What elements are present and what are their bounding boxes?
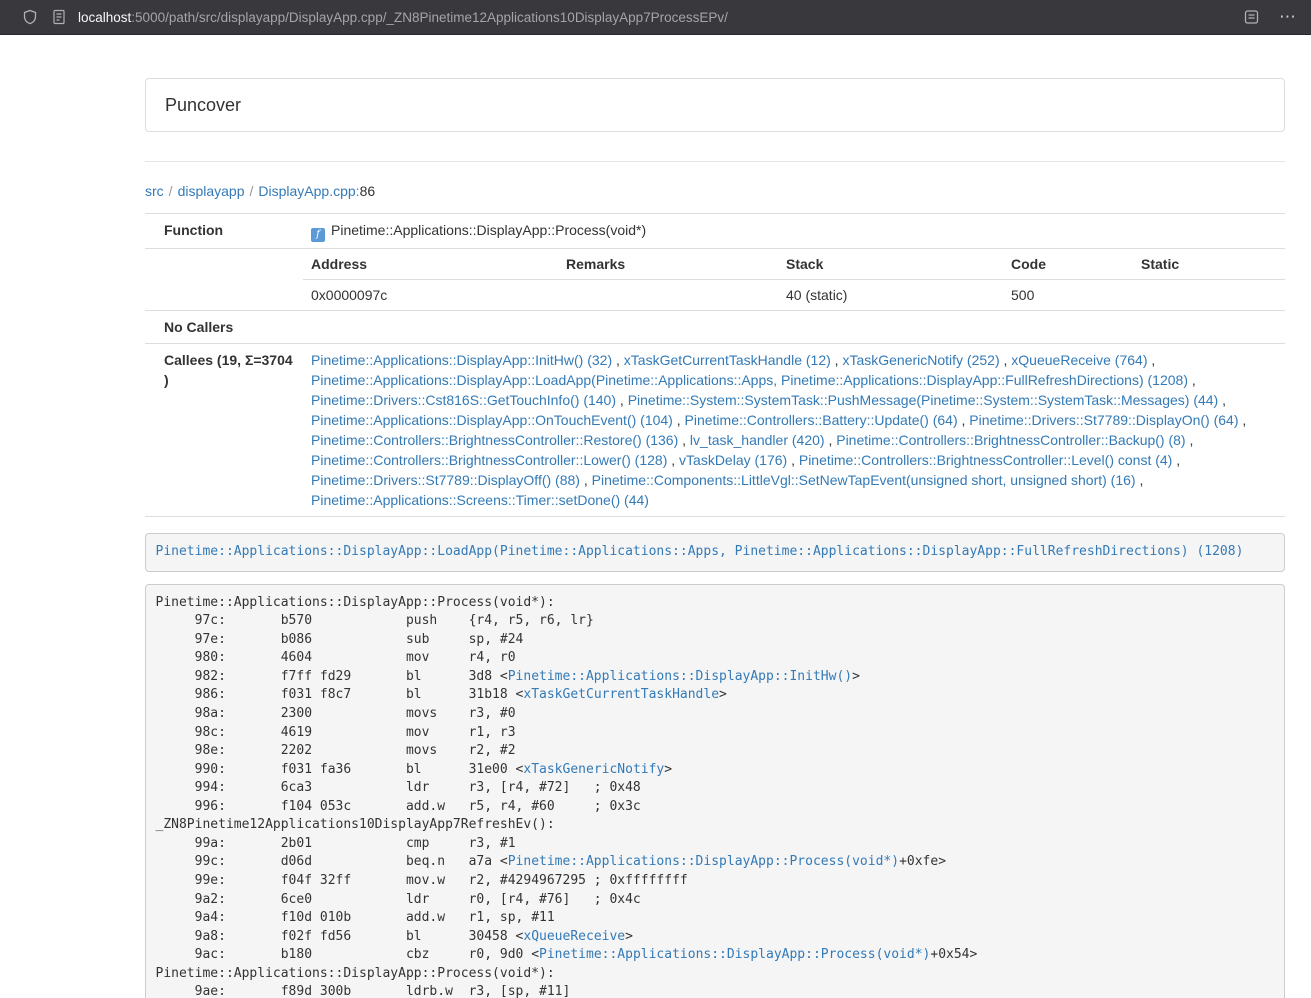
callee-link[interactable]: xTaskGenericNotify (252) bbox=[842, 352, 999, 368]
address-value: 0x0000097c bbox=[303, 280, 558, 311]
breadcrumb-line-number: 86 bbox=[360, 183, 376, 199]
callee-separator: , bbox=[1147, 352, 1155, 368]
stats-table: Address Remarks Stack Code Static 0x0000… bbox=[303, 249, 1285, 310]
static-value bbox=[1133, 280, 1285, 311]
function-table: Function fPinetime::Applications::Displa… bbox=[145, 213, 1285, 517]
page-title-panel: Puncover bbox=[145, 78, 1285, 132]
disassembly-block: Pinetime::Applications::DisplayApp::Proc… bbox=[145, 584, 1285, 998]
url-bar[interactable]: localhost:5000/path/src/displayapp/Displ… bbox=[78, 10, 1244, 25]
callee-separator: , bbox=[678, 432, 690, 448]
stack-value: 40 (static) bbox=[778, 280, 1003, 311]
function-name: Pinetime::Applications::DisplayApp::Proc… bbox=[331, 222, 646, 238]
callee-separator: , bbox=[958, 412, 970, 428]
stats-cell: Address Remarks Stack Code Static 0x0000… bbox=[303, 249, 1285, 311]
no-callers-label: No Callers bbox=[145, 311, 303, 344]
callee-separator: , bbox=[667, 452, 679, 468]
tracking-protection-shield-icon[interactable] bbox=[22, 9, 38, 25]
breadcrumb-displayapp-link[interactable]: displayapp bbox=[178, 183, 245, 199]
callee-link[interactable]: Pinetime::Controllers::BrightnessControl… bbox=[311, 432, 678, 448]
callee-separator: , bbox=[1188, 372, 1196, 388]
callee-link[interactable]: Pinetime::Controllers::Battery::Update()… bbox=[685, 412, 958, 428]
callee-link[interactable]: Pinetime::Applications::DisplayApp::Load… bbox=[311, 372, 1188, 388]
callee-link[interactable]: Pinetime::System::SystemTask::PushMessag… bbox=[628, 392, 1219, 408]
function-name-cell: f Pinetime::Applications::DisplayApp::Pro… bbox=[303, 214, 1285, 249]
reader-mode-icon[interactable] bbox=[1244, 9, 1259, 25]
function-label: Function bbox=[145, 214, 303, 249]
col-header-address: Address bbox=[303, 249, 558, 280]
callee-link[interactable]: Pinetime::Drivers::Cst816S::GetTouchInfo… bbox=[311, 392, 616, 408]
callee-separator: , bbox=[612, 352, 624, 368]
callee-link[interactable]: lv_task_handler (420) bbox=[690, 432, 825, 448]
stats-row-label bbox=[145, 249, 303, 311]
callee-separator: , bbox=[1136, 472, 1144, 488]
url-path: :5000/path/src/displayapp/DisplayApp.cpp… bbox=[131, 10, 728, 25]
stats-header-row: Address Remarks Stack Code Static bbox=[303, 249, 1285, 280]
callee-separator: , bbox=[1172, 452, 1180, 468]
callee-link[interactable]: Pinetime::Components::LittleVgl::SetNewT… bbox=[592, 472, 1136, 488]
callee-link[interactable]: Pinetime::Controllers::BrightnessControl… bbox=[311, 452, 667, 468]
col-header-remarks: Remarks bbox=[558, 249, 778, 280]
callee-link[interactable]: Pinetime::Applications::Screens::Timer::… bbox=[311, 492, 649, 508]
callee-separator: , bbox=[580, 472, 592, 488]
callee-link[interactable]: Pinetime::Controllers::BrightnessControl… bbox=[799, 452, 1172, 468]
remarks-value bbox=[558, 280, 778, 311]
code-size-value: 500 bbox=[1003, 280, 1133, 311]
col-header-code: Code bbox=[1003, 249, 1133, 280]
breadcrumb-file-link[interactable]: DisplayApp.cpp: bbox=[258, 183, 359, 199]
callees-row: Callees (19, Σ=3704 ) Pinetime::Applicat… bbox=[145, 344, 1285, 517]
callee-link[interactable]: Pinetime::Applications::DisplayApp::Init… bbox=[311, 352, 612, 368]
no-callers-row: No Callers bbox=[145, 311, 1285, 344]
callee-link[interactable]: Pinetime::Applications::DisplayApp::OnTo… bbox=[311, 412, 673, 428]
col-header-stack: Stack bbox=[778, 249, 1003, 280]
url-host: localhost bbox=[78, 10, 131, 25]
callee-separator: , bbox=[616, 392, 628, 408]
divider bbox=[145, 161, 1285, 162]
code-symbol-link[interactable]: Pinetime::Applications::DisplayApp::Init… bbox=[508, 669, 852, 684]
overflow-menu-icon[interactable]: ⋯ bbox=[1279, 7, 1297, 27]
callee-separator: , bbox=[825, 432, 837, 448]
code-symbol-link[interactable]: Pinetime::Applications::DisplayApp::Proc… bbox=[508, 854, 899, 869]
no-callers-cell bbox=[303, 311, 1285, 344]
callee-link[interactable]: vTaskDelay (176) bbox=[679, 452, 787, 468]
page-info-icon[interactable] bbox=[52, 9, 66, 25]
callee-separator: , bbox=[673, 412, 685, 428]
code-symbol-link[interactable]: xTaskGenericNotify bbox=[523, 762, 664, 777]
callee-link[interactable]: Pinetime::Controllers::BrightnessControl… bbox=[836, 432, 1185, 448]
callee-separator: , bbox=[1218, 392, 1226, 408]
callee-separator: , bbox=[1000, 352, 1012, 368]
browser-toolbar: localhost:5000/path/src/displayapp/Displ… bbox=[0, 0, 1311, 35]
callee-separator: , bbox=[787, 452, 799, 468]
code-symbol-link[interactable]: xTaskGetCurrentTaskHandle bbox=[523, 687, 719, 702]
page-title: Puncover bbox=[165, 95, 241, 115]
breadcrumb: src/displayapp/DisplayApp.cpp:86 bbox=[145, 181, 1285, 201]
function-symbol-icon: f bbox=[311, 228, 325, 242]
selected-symbol-box: Pinetime::Applications::DisplayApp::Load… bbox=[145, 533, 1285, 572]
callees-cell: Pinetime::Applications::DisplayApp::Init… bbox=[303, 344, 1285, 517]
stats-row: Address Remarks Stack Code Static 0x0000… bbox=[145, 249, 1285, 311]
stats-values-row: 0x0000097c 40 (static) 500 bbox=[303, 280, 1285, 311]
callee-separator: , bbox=[1239, 412, 1247, 428]
selected-symbol-link[interactable]: Pinetime::Applications::DisplayApp::Load… bbox=[156, 544, 1244, 559]
callee-separator: , bbox=[831, 352, 843, 368]
disassembly-code: Pinetime::Applications::DisplayApp::Proc… bbox=[156, 595, 978, 998]
callees-label: Callees (19, Σ=3704 ) bbox=[145, 344, 303, 517]
function-row: Function f Pinetime::Applications::Displa… bbox=[145, 214, 1285, 249]
code-symbol-link[interactable]: xQueueReceive bbox=[523, 929, 625, 944]
code-symbol-link[interactable]: Pinetime::Applications::DisplayApp::Proc… bbox=[539, 947, 930, 962]
breadcrumb-separator: / bbox=[250, 183, 254, 199]
breadcrumb-src-link[interactable]: src bbox=[145, 183, 164, 199]
callee-link[interactable]: Pinetime::Drivers::St7789::DisplayOn() (… bbox=[969, 412, 1238, 428]
breadcrumb-separator: / bbox=[169, 183, 173, 199]
col-header-static: Static bbox=[1133, 249, 1285, 280]
callee-separator: , bbox=[1186, 432, 1194, 448]
callee-link[interactable]: Pinetime::Drivers::St7789::DisplayOff() … bbox=[311, 472, 580, 488]
callee-link[interactable]: xQueueReceive (764) bbox=[1011, 352, 1147, 368]
callee-link[interactable]: xTaskGetCurrentTaskHandle (12) bbox=[624, 352, 831, 368]
page-container: Puncover src/displayapp/DisplayApp.cpp:8… bbox=[145, 35, 1285, 998]
